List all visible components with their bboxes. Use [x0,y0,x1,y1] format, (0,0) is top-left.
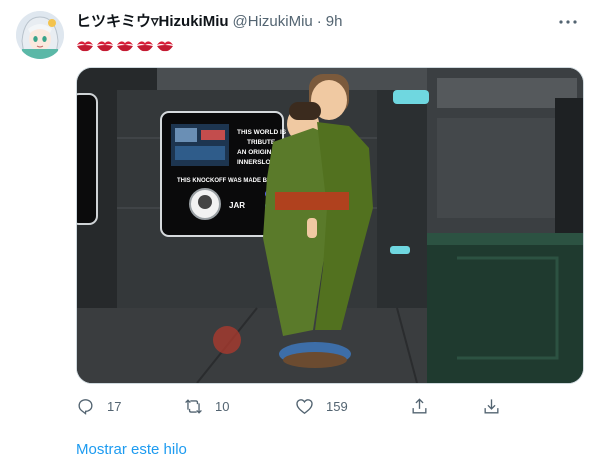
avatar[interactable] [16,11,64,59]
like-count: 159 [326,398,348,414]
share-button[interactable] [410,394,429,418]
display-name[interactable]: ヒツキミウ▿HizukiMiu [76,12,229,32]
kiss-mark-icon [157,41,173,52]
tweet-actions: 17 10 159 [76,394,582,418]
retweet-count: 10 [215,398,230,414]
tweet-media-image[interactable]: THIS WORLD IS TRIBUTE AN ORIGINAL INNERS… [76,67,584,384]
poster-heading: THIS WORLD IS [237,129,287,136]
show-thread-link[interactable]: Mostrar este hilo [76,441,187,458]
retweet-button[interactable]: 10 [184,394,229,418]
reply-button[interactable]: 17 [76,394,121,418]
reply-count: 17 [107,398,122,414]
kiss-mark-icon [97,41,113,52]
download-icon [484,398,499,414]
separator-dot: · [316,13,322,30]
share-icon [412,397,427,414]
kiss-mark-icon [137,41,153,52]
heart-icon [296,398,313,414]
poster-author: JAR [229,201,245,210]
more-options-icon[interactable] [556,12,580,32]
svg-text:TRIBUTE: TRIBUTE [247,139,276,146]
reply-icon [78,398,93,415]
kiss-mark-icon [77,41,93,52]
download-button[interactable] [482,394,501,418]
like-button[interactable]: 159 [295,394,348,418]
tweet-time[interactable]: 9h [326,12,343,32]
kiss-mark-icon [117,41,133,52]
tweet-text [76,36,174,56]
poster-credit: THIS KNOCKOFF WAS MADE BY: [177,178,273,184]
user-handle[interactable]: @HizukiMiu [233,12,313,32]
retweet-icon [185,398,202,414]
tweet-header: ヒツキミウ▿HizukiMiu @HizukiMiu · 9h [76,12,578,32]
